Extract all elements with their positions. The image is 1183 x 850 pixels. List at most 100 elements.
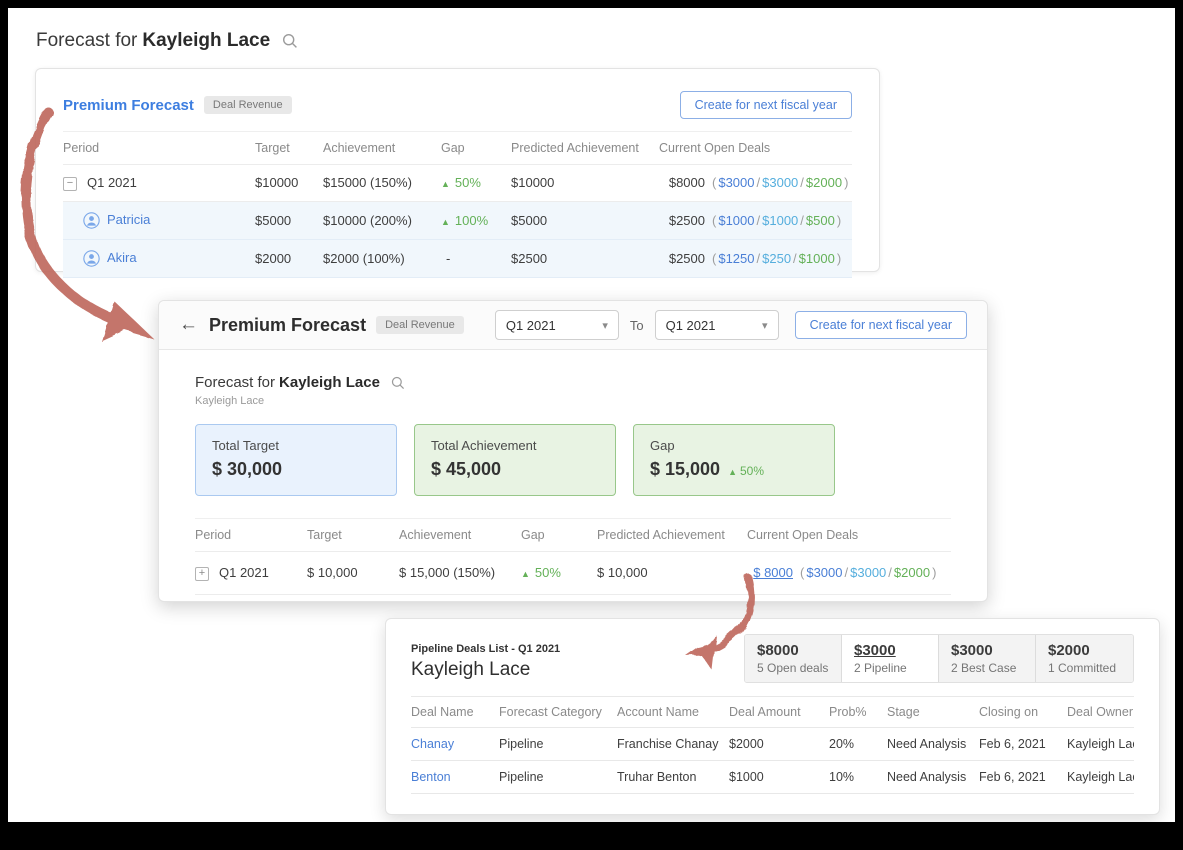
col-achievement: Achievement bbox=[323, 132, 441, 165]
summary-label: 5 Open deals bbox=[757, 661, 829, 675]
summary-label: 1 Committed bbox=[1048, 661, 1121, 675]
deal-link[interactable]: Benton bbox=[411, 770, 451, 784]
back-icon[interactable]: ← bbox=[179, 314, 198, 336]
summary-label: 2 Pipeline bbox=[854, 661, 926, 675]
forecast-category: Pipeline bbox=[499, 728, 617, 761]
period-to-select[interactable]: Q1 2021 ▾ bbox=[655, 310, 779, 340]
collapse-icon[interactable]: − bbox=[63, 177, 77, 191]
period-from-select[interactable]: Q1 2021 ▾ bbox=[495, 310, 619, 340]
forecast-category: Pipeline bbox=[499, 761, 617, 794]
col-period: Period bbox=[63, 132, 255, 165]
detail-panel-body: Forecast forKayleigh Lace Kayleigh Lace … bbox=[159, 374, 987, 595]
pipeline-panel-header: Pipeline Deals List - Q1 2021 Kayleigh L… bbox=[411, 619, 1134, 683]
gap-trend-value: 50% bbox=[740, 464, 764, 478]
open-deals-total-link[interactable]: $ 8000 bbox=[747, 565, 793, 580]
subtitle-name: Kayleigh Lace bbox=[279, 374, 380, 391]
close-paren: ) bbox=[837, 213, 841, 228]
trend-up-icon: ▲ bbox=[521, 569, 530, 579]
predicted-value: $10000 bbox=[511, 165, 659, 202]
summary-open-deals[interactable]: $8000 5 Open deals bbox=[745, 635, 842, 682]
summary-value: $3000 bbox=[951, 642, 1023, 659]
achievement-value: $2000 (100%) bbox=[323, 239, 441, 277]
gap-trend: ▲50% bbox=[728, 464, 764, 478]
summary-committed[interactable]: $2000 1 Committed bbox=[1036, 635, 1133, 682]
col-target: Target bbox=[307, 519, 399, 552]
trend-up-icon: ▲ bbox=[441, 179, 450, 189]
create-next-fiscal-year-button[interactable]: Create for next fiscal year bbox=[795, 311, 967, 339]
table-row-q1-2021: −Q1 2021 $10000 $15000 (150%) ▲50% $1000… bbox=[63, 165, 852, 202]
deal-revenue-badge: Deal Revenue bbox=[376, 316, 464, 334]
pipeline-deals-panel: Pipeline Deals List - Q1 2021 Kayleigh L… bbox=[385, 618, 1160, 815]
to-label: To bbox=[630, 318, 644, 333]
card-label: Total Achievement bbox=[431, 438, 599, 453]
rep-link-akira[interactable]: Akira bbox=[107, 250, 137, 265]
predicted-value: $5000 bbox=[511, 201, 659, 239]
period-to-value: Q1 2021 bbox=[666, 318, 716, 333]
col-gap: Gap bbox=[521, 519, 597, 552]
gap-value: 100% bbox=[455, 213, 488, 228]
rep-link-patricia[interactable]: Patricia bbox=[107, 212, 150, 227]
open-paren: ( bbox=[712, 175, 716, 190]
deals-table: Deal Name Forecast Category Account Name… bbox=[411, 696, 1134, 794]
probability: 20% bbox=[829, 728, 887, 761]
card-value: $ 45,000 bbox=[431, 459, 599, 480]
page-title: Forecast forKayleigh Lace bbox=[36, 30, 298, 52]
subtitle-secondary: Kayleigh Lace bbox=[195, 395, 951, 407]
close-paren: ) bbox=[932, 565, 936, 580]
open-deals-total: $2500 bbox=[659, 251, 705, 266]
col-closing-on: Closing on bbox=[979, 697, 1067, 728]
table-row-akira: Akira $2000 $2000 (100%) - $2500 $2500($… bbox=[63, 239, 852, 277]
pipeline-list-label: Pipeline Deals List - Q1 2021 bbox=[411, 643, 560, 655]
closing-date: Feb 6, 2021 bbox=[979, 761, 1067, 794]
pipeline-amount: $1000 bbox=[718, 213, 754, 228]
deal-amount: $2000 bbox=[729, 728, 829, 761]
committed-amount: $2000 bbox=[806, 175, 842, 190]
slash: / bbox=[757, 251, 761, 266]
deals-summary-tabs: $8000 5 Open deals $3000 2 Pipeline $300… bbox=[744, 634, 1134, 683]
summary-value[interactable]: $3000 bbox=[854, 642, 926, 659]
col-deal-amount: Deal Amount bbox=[729, 697, 829, 728]
target-value: $5000 bbox=[255, 201, 323, 239]
expand-icon[interactable]: + bbox=[195, 567, 209, 581]
pipeline-amount: $3000 bbox=[806, 565, 842, 580]
forecast-detail-panel: ← Premium Forecast Deal Revenue Q1 2021 … bbox=[158, 300, 988, 602]
open-paren: ( bbox=[712, 251, 716, 266]
total-target-card: Total Target $ 30,000 bbox=[195, 424, 397, 496]
summary-label: 2 Best Case bbox=[951, 661, 1023, 675]
chevron-down-icon: ▾ bbox=[762, 319, 768, 332]
detail-panel-header: ← Premium Forecast Deal Revenue Q1 2021 … bbox=[159, 301, 987, 350]
deal-owner: Kayleigh Lace bbox=[1067, 728, 1134, 761]
col-current-open-deals: Current Open Deals bbox=[659, 132, 852, 165]
table-header-row: Period Target Achievement Gap Predicted … bbox=[63, 132, 852, 165]
user-avatar-icon bbox=[83, 250, 100, 267]
search-icon[interactable] bbox=[391, 376, 405, 390]
col-deal-owner: Deal Owner bbox=[1067, 697, 1134, 728]
summary-pipeline[interactable]: $3000 2 Pipeline bbox=[842, 635, 939, 682]
gap-value: 50% bbox=[535, 565, 561, 580]
open-deals-total: $2500 bbox=[659, 213, 705, 228]
deal-amount: $1000 bbox=[729, 761, 829, 794]
user-avatar-icon bbox=[83, 212, 100, 229]
detail-subtitle: Forecast forKayleigh Lace bbox=[195, 374, 951, 391]
premium-forecast-title[interactable]: Premium Forecast bbox=[63, 97, 194, 114]
card-value: $ 15,000 ▲50% bbox=[650, 459, 818, 480]
achievement-value: $ 15,000 (150%) bbox=[399, 552, 521, 595]
summary-best-case[interactable]: $3000 2 Best Case bbox=[939, 635, 1036, 682]
best-case-amount: $250 bbox=[762, 251, 791, 266]
col-account-name: Account Name bbox=[617, 697, 729, 728]
col-deal-name: Deal Name bbox=[411, 697, 499, 728]
card-label: Gap bbox=[650, 438, 818, 453]
forecast-table: Period Target Achievement Gap Predicted … bbox=[63, 131, 852, 278]
create-next-fiscal-year-button[interactable]: Create for next fiscal year bbox=[680, 91, 852, 119]
col-predicted-achievement: Predicted Achievement bbox=[597, 519, 747, 552]
col-target: Target bbox=[255, 132, 323, 165]
app-background: Forecast forKayleigh Lace Premium Foreca… bbox=[8, 8, 1175, 822]
search-icon[interactable] bbox=[282, 33, 298, 49]
forecast-detail-table: Period Target Achievement Gap Predicted … bbox=[195, 518, 951, 595]
period-label: Q1 2021 bbox=[219, 565, 269, 580]
pipeline-titles: Pipeline Deals List - Q1 2021 Kayleigh L… bbox=[411, 643, 560, 681]
target-value: $2000 bbox=[255, 239, 323, 277]
deal-link[interactable]: Chanay bbox=[411, 737, 454, 751]
gap-amount: $ 15,000 bbox=[650, 459, 720, 479]
slash: / bbox=[800, 175, 804, 190]
